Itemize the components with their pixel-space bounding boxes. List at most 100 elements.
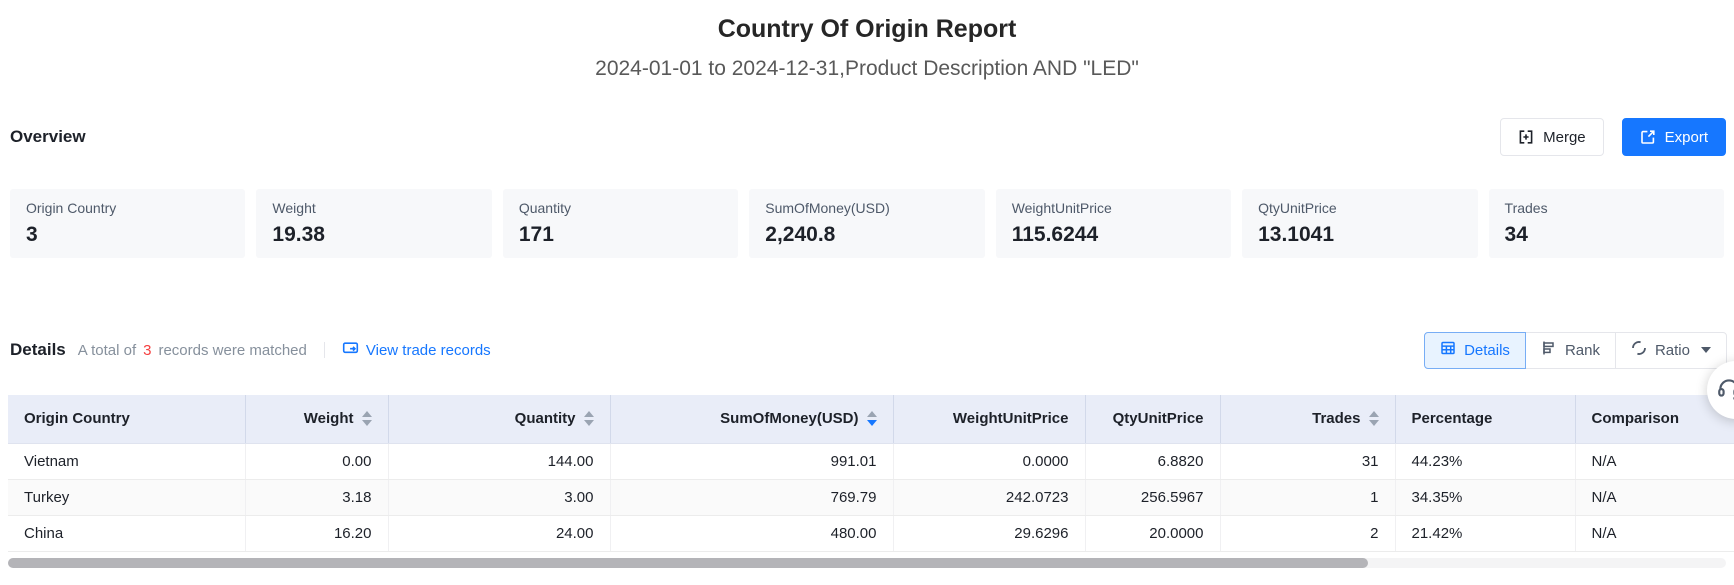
view-mode-tab-group: Details Rank Ratio <box>1424 332 1727 369</box>
cell-weight: 0.00 <box>245 443 388 479</box>
card-value: 19.38 <box>272 223 475 247</box>
overview-card-qtyunitprice: QtyUnitPrice13.1041 <box>1242 189 1477 258</box>
view-trade-records-icon <box>342 340 359 361</box>
table-row-vietnam: Vietnam0.00144.00991.010.00006.88203144.… <box>8 443 1734 479</box>
cell-weight: 3.18 <box>245 479 388 515</box>
tab-label: Ratio <box>1655 342 1690 359</box>
cell-trades: 1 <box>1220 479 1395 515</box>
sort-carets-icon[interactable] <box>1369 411 1379 426</box>
cell-percentage: 44.23% <box>1395 443 1575 479</box>
column-label: Percentage <box>1412 410 1493 427</box>
column-label: SumOfMoney(USD) <box>720 410 858 427</box>
page-title: Country Of Origin Report <box>0 15 1734 44</box>
card-label: Weight <box>272 200 475 216</box>
cell-comparison: N/A <box>1575 443 1734 479</box>
match-suffix: records were matched <box>158 342 306 359</box>
export-button[interactable]: Export <box>1622 118 1726 156</box>
match-count: 3 <box>143 342 151 359</box>
card-value: 34 <box>1505 223 1708 247</box>
column-header-percentage: Percentage <box>1395 395 1575 443</box>
match-prefix: A total of <box>78 342 136 359</box>
column-label: Trades <box>1312 410 1360 427</box>
card-label: SumOfMoney(USD) <box>765 200 968 216</box>
export-button-label: Export <box>1665 129 1708 146</box>
table-row-turkey: Turkey3.183.00769.79242.0723256.5967134.… <box>8 479 1734 515</box>
horizontal-scrollbar-track[interactable] <box>8 558 1726 568</box>
cell-comparison: N/A <box>1575 479 1734 515</box>
tab-ratio[interactable]: Ratio <box>1615 332 1727 369</box>
card-value: 3 <box>26 223 229 247</box>
column-header-qtyunitprice: QtyUnitPrice <box>1085 395 1220 443</box>
table-grid-icon <box>1440 340 1456 360</box>
cell-trades: 2 <box>1220 515 1395 551</box>
overview-card-trades: Trades 34 <box>1489 189 1724 258</box>
table-header-row: Origin Country Weight Quantity SumOfMoney(U… <box>8 395 1734 443</box>
cell-percentage: 21.42% <box>1395 515 1575 551</box>
cell-weightunitprice: 0.0000 <box>893 443 1085 479</box>
column-header-quantity[interactable]: Quantity <box>388 395 610 443</box>
details-bar: Details A total of3records were matched … <box>10 331 1727 369</box>
details-heading: Details <box>10 340 66 360</box>
sort-carets-icon[interactable] <box>867 411 877 426</box>
sort-carets-icon[interactable] <box>584 411 594 426</box>
card-value: 2,240.8 <box>765 223 968 247</box>
cell-weightunitprice: 242.0723 <box>893 479 1085 515</box>
cell-quantity: 24.00 <box>388 515 610 551</box>
overview-card-weight: Weight 19.38 <box>256 189 491 258</box>
export-external-icon <box>1640 129 1656 145</box>
details-table: Origin Country Weight Quantity SumOfMoney(U… <box>8 395 1734 552</box>
column-label: Quantity <box>515 410 576 427</box>
report-criteria-subtitle: 2024-01-01 to 2024-12-31,Product Descrip… <box>0 57 1734 81</box>
column-header-sumofmoney-usd[interactable]: SumOfMoney(USD) <box>610 395 893 443</box>
card-label: Trades <box>1505 200 1708 216</box>
sort-carets-icon[interactable] <box>362 411 372 426</box>
ratio-refresh-icon <box>1631 340 1647 360</box>
table-row-china: China16.2024.00480.0029.629620.0000221.4… <box>8 515 1734 551</box>
card-value: 171 <box>519 223 722 247</box>
cell-origin-country: Vietnam <box>8 443 245 479</box>
column-label: Origin Country <box>24 410 130 427</box>
cell-qtyunitprice: 256.5967 <box>1085 479 1220 515</box>
headset-icon <box>1707 375 1734 406</box>
merge-button[interactable]: Merge <box>1500 118 1604 156</box>
column-label: WeightUnitPrice <box>953 410 1069 427</box>
tab-label: Details <box>1464 342 1510 359</box>
tab-label: Rank <box>1565 342 1600 359</box>
column-header-weight[interactable]: Weight <box>245 395 388 443</box>
overview-card-weightunitprice: WeightUnitPrice 115.6244 <box>996 189 1231 258</box>
column-label: Weight <box>304 410 354 427</box>
card-label: Quantity <box>519 200 722 216</box>
cell-qtyunitprice: 6.8820 <box>1085 443 1220 479</box>
cell-weightunitprice: 29.6296 <box>893 515 1085 551</box>
card-value: 115.6244 <box>1012 223 1215 247</box>
overview-card-origin-country: Origin Country 3 <box>10 189 245 258</box>
card-label: WeightUnitPrice <box>1012 200 1215 216</box>
cell-percentage: 34.35% <box>1395 479 1575 515</box>
horizontal-scrollbar-thumb[interactable] <box>8 558 1368 568</box>
overview-card-quantity: Quantity 171 <box>503 189 738 258</box>
cell-quantity: 144.00 <box>388 443 610 479</box>
merge-icon <box>1518 129 1534 145</box>
overview-cards: Origin Country 3 Weight 19.38 Quantity 171 Sum… <box>10 189 1724 258</box>
view-trade-records-link[interactable]: View trade records <box>342 340 491 361</box>
vertical-divider <box>324 342 325 358</box>
view-trade-records-label: View trade records <box>366 342 491 359</box>
column-header-trades[interactable]: Trades <box>1220 395 1395 443</box>
column-label: Comparison <box>1592 410 1680 427</box>
overview-heading: Overview <box>10 127 86 147</box>
rank-bars-icon <box>1541 340 1557 360</box>
tab-details[interactable]: Details <box>1424 332 1526 369</box>
cell-sumofmoney-usd: 991.01 <box>610 443 893 479</box>
toolbar: Merge Export <box>1500 118 1726 156</box>
column-header-origin-country: Origin Country <box>8 395 245 443</box>
card-label: Origin Country <box>26 200 229 216</box>
column-label: QtyUnitPrice <box>1113 410 1204 427</box>
tab-rank[interactable]: Rank <box>1525 332 1616 369</box>
card-value: 13.1041 <box>1258 223 1461 247</box>
merge-button-label: Merge <box>1543 129 1586 146</box>
cell-qtyunitprice: 20.0000 <box>1085 515 1220 551</box>
cell-weight: 16.20 <box>245 515 388 551</box>
cell-origin-country: Turkey <box>8 479 245 515</box>
cell-sumofmoney-usd: 769.79 <box>610 479 893 515</box>
cell-comparison: N/A <box>1575 515 1734 551</box>
